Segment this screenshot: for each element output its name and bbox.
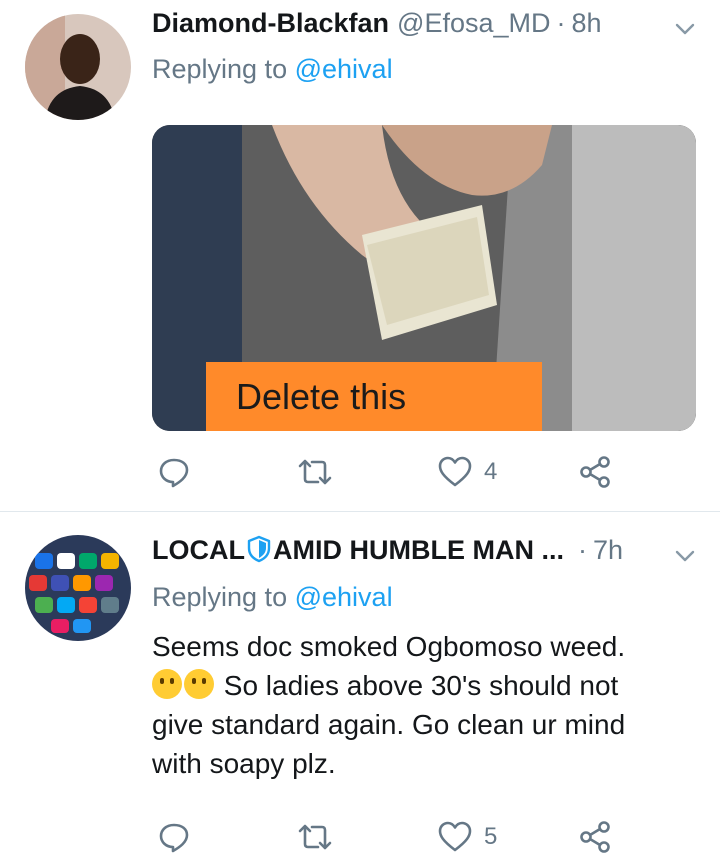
timestamp[interactable]: 7h	[593, 535, 623, 566]
replying-to: Replying to @ehival	[152, 582, 393, 613]
share-button[interactable]	[578, 817, 612, 857]
share-icon	[580, 456, 610, 488]
replying-to: Replying to @ehival	[152, 54, 393, 85]
separator: ·	[556, 8, 566, 38]
tweet-text-line: with soapy plz.	[152, 748, 336, 779]
retweet-button[interactable]	[297, 452, 333, 492]
retweet-button[interactable]	[297, 817, 333, 857]
tweet-media-image[interactable]: Delete this	[152, 125, 696, 431]
like-count: 5	[484, 823, 498, 850]
like-button[interactable]: 4	[438, 452, 497, 492]
retweet-icon	[298, 824, 332, 850]
user-handle[interactable]: @Efosa_MD	[397, 8, 550, 39]
mention-link[interactable]: @ehival	[295, 54, 393, 84]
thinking-emoji-icon	[152, 669, 182, 699]
like-icon	[438, 821, 472, 852]
separator: ·	[577, 535, 587, 565]
display-name[interactable]: LOCAL AMID HUMBLE MAN ...	[152, 535, 564, 566]
reply-button[interactable]	[157, 452, 191, 492]
tweet-text-line: So ladies above 30's should not	[152, 666, 672, 705]
tweet-text-line: give standard again. Go clean ur mind	[152, 709, 626, 740]
tweet-header: LOCAL AMID HUMBLE MAN ... · 7h	[152, 535, 680, 566]
like-count: 4	[484, 458, 498, 485]
chevron-down-icon[interactable]	[674, 18, 696, 40]
tweet-text: Seems doc smoked Ogbomoso weed. So ladie…	[152, 627, 672, 783]
like-icon	[438, 456, 472, 487]
share-button[interactable]	[578, 452, 612, 492]
tweet[interactable]: Diamond-Blackfan @Efosa_MD · 8h Replying…	[0, 0, 720, 512]
tweet-divider	[0, 511, 720, 512]
tweet-text-line: Seems doc smoked Ogbomoso weed.	[152, 631, 626, 662]
replying-prefix: Replying to	[152, 54, 288, 84]
display-name[interactable]: Diamond-Blackfan	[152, 8, 389, 39]
share-icon	[580, 821, 610, 853]
reply-icon	[159, 823, 189, 853]
tweet-text-segment: So ladies above 30's should not	[223, 670, 619, 701]
tweet-header: Diamond-Blackfan @Efosa_MD · 8h	[152, 8, 680, 39]
tweet[interactable]: LOCAL AMID HUMBLE MAN ... · 7h Replying t…	[0, 513, 720, 853]
reply-icon	[159, 458, 189, 488]
timestamp[interactable]: 8h	[572, 8, 602, 39]
mention-link[interactable]: @ehival	[295, 582, 393, 612]
display-name-part2: AMID HUMBLE MAN ...	[272, 535, 564, 565]
display-name-part1: LOCAL	[152, 535, 245, 565]
replying-prefix: Replying to	[152, 582, 288, 612]
avatar[interactable]	[25, 535, 131, 641]
tweet-actions: 4	[0, 452, 720, 492]
shield-icon	[247, 535, 271, 563]
eye-roll-emoji-icon	[184, 669, 214, 699]
reply-button[interactable]	[157, 817, 191, 857]
like-button[interactable]: 5	[438, 817, 497, 857]
media-caption: Delete this	[206, 362, 542, 431]
retweet-icon	[298, 459, 332, 485]
tweet-actions: 5	[0, 817, 720, 857]
chevron-down-icon[interactable]	[674, 545, 696, 567]
avatar[interactable]	[25, 14, 131, 120]
